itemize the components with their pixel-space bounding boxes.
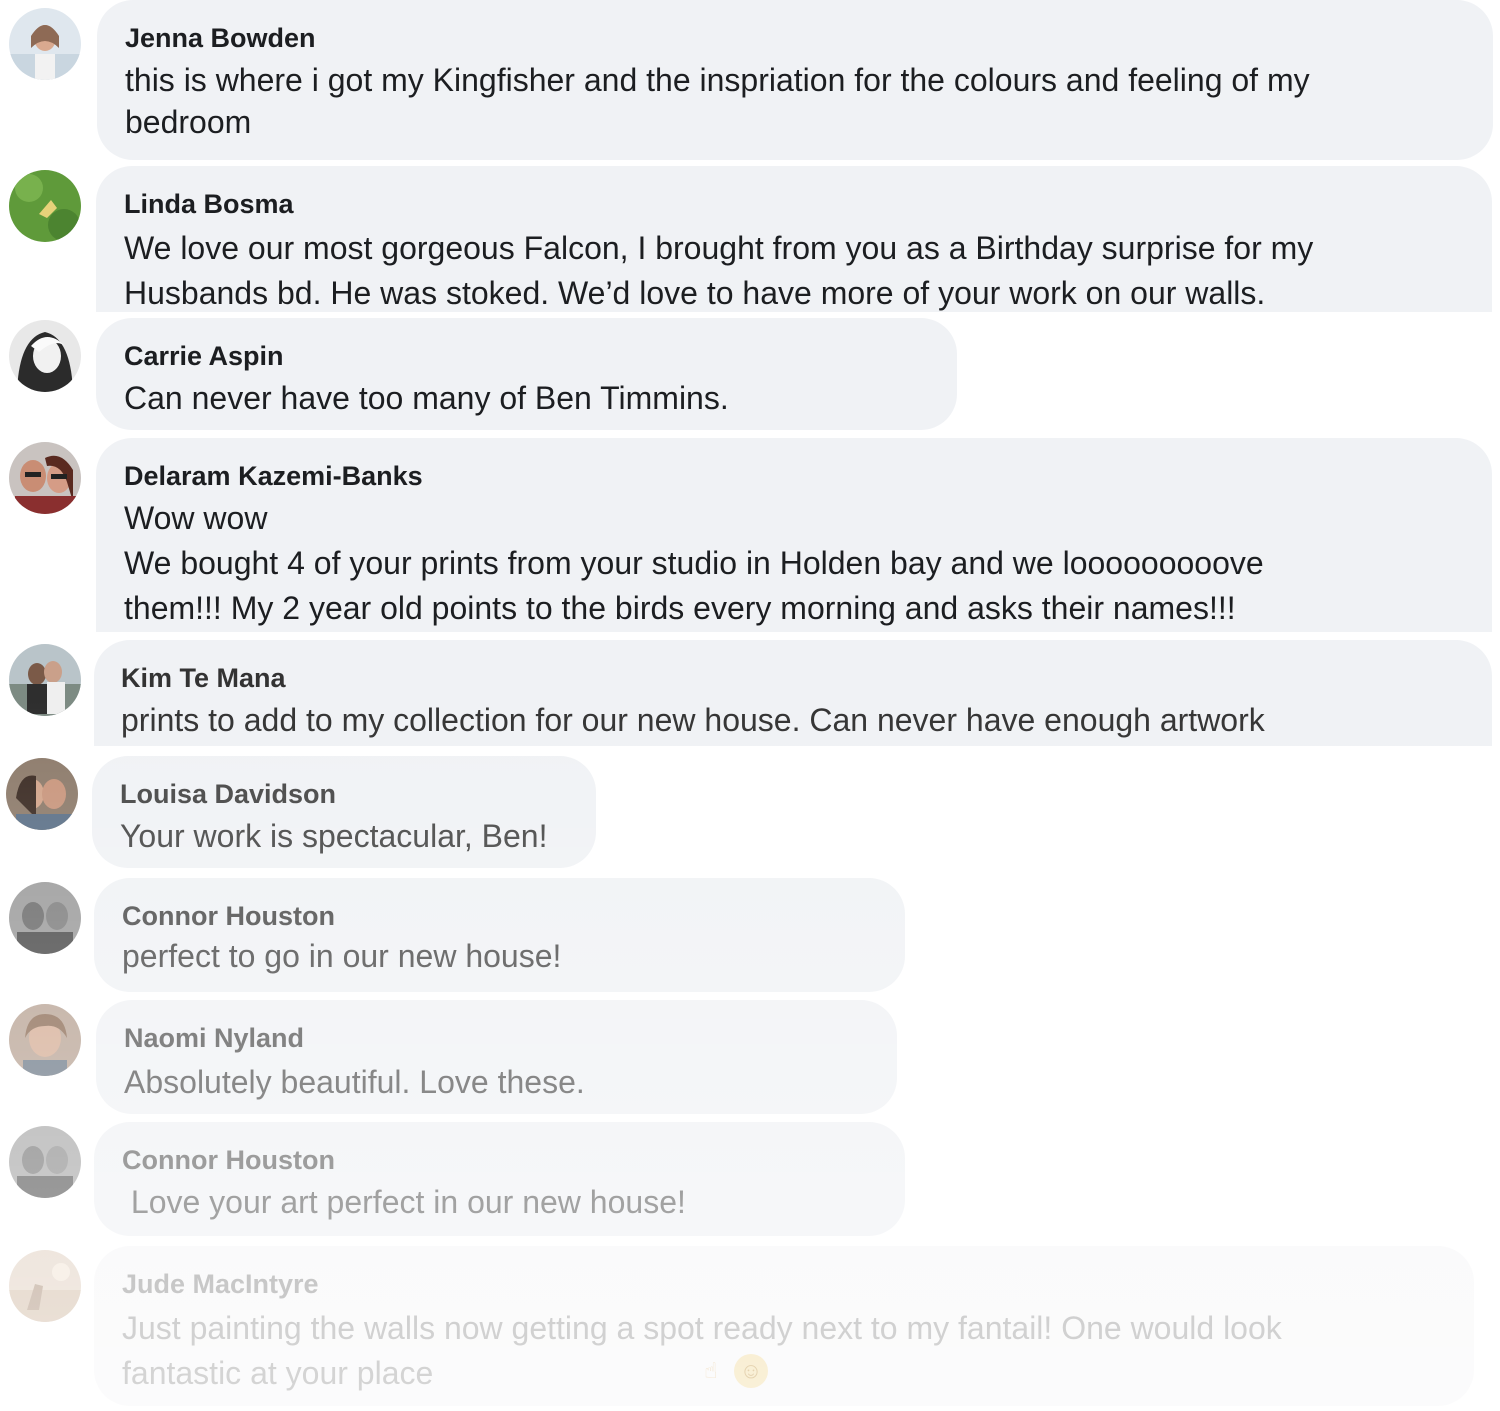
comment-text-line: Just painting the walls now getting a sp…	[122, 1310, 1282, 1346]
avatar[interactable]	[9, 170, 81, 242]
comment-bubble: Louisa Davidson Your work is spectacular…	[92, 756, 596, 868]
commenter-name[interactable]: Jude MacIntyre	[122, 1268, 1446, 1300]
comment-bubble: Linda Bosma We love our most gorgeous Fa…	[96, 166, 1492, 312]
avatar[interactable]	[9, 320, 81, 392]
commenter-name[interactable]: Connor Houston	[122, 1144, 877, 1176]
comment-bubble: Connor Houston Love your art perfect in …	[94, 1122, 905, 1236]
avatar[interactable]	[9, 1004, 81, 1076]
avatar[interactable]	[9, 882, 81, 954]
comment-bubble: Kim Te Mana prints to add to my collecti…	[94, 640, 1492, 746]
comment-text-line: them!!! My 2 year old points to the bird…	[124, 590, 1236, 626]
avatar[interactable]	[9, 8, 81, 80]
comment-thread: Jenna Bowden this is where i got my King…	[0, 0, 1500, 1411]
comment-bubble: Carrie Aspin Can never have too many of …	[96, 318, 957, 430]
commenter-name[interactable]: Jenna Bowden	[125, 22, 1465, 54]
comment-text-line: prints to add to my collection for our n…	[121, 702, 1265, 738]
commenter-name[interactable]: Louisa Davidson	[120, 778, 568, 810]
commenter-name[interactable]: Carrie Aspin	[124, 340, 929, 372]
comment-text-line: Love your art perfect in our new house!	[122, 1184, 686, 1220]
comment-text-line: this is where i got my Kingfisher and th…	[125, 62, 1310, 98]
comment-text-line: We love our most gorgeous Falcon, I brou…	[124, 230, 1314, 266]
commenter-name[interactable]: Delaram Kazemi-Banks	[124, 460, 1464, 492]
comment-bubble: Jude MacIntyre Just painting the walls n…	[94, 1246, 1474, 1406]
comment-bubble: Delaram Kazemi-Banks Wow wow We bought 4…	[96, 438, 1492, 632]
smiling-face-emoji: ☺	[734, 1354, 768, 1388]
commenter-name[interactable]: Naomi Nyland	[124, 1022, 869, 1054]
comment-bubble: Jenna Bowden this is where i got my King…	[97, 0, 1493, 160]
emoji-row: ☝ ☺	[694, 1354, 768, 1388]
avatar[interactable]	[9, 1126, 81, 1198]
comment-text-line: perfect to go in our new house!	[122, 938, 562, 974]
comment-text-line: Husbands bd. He was stoked. We’d love to…	[124, 275, 1266, 311]
comment-text-line: We bought 4 of your prints from your stu…	[124, 545, 1264, 581]
commenter-name[interactable]: Connor Houston	[122, 900, 877, 932]
pointing-up-emoji: ☝	[704, 1358, 718, 1383]
avatar[interactable]	[9, 1250, 81, 1322]
comment-text-line: Your work is spectacular, Ben!	[120, 818, 548, 854]
avatar[interactable]	[9, 442, 81, 514]
commenter-name[interactable]: Linda Bosma	[124, 188, 1464, 220]
comment-text-line: Absolutely beautiful. Love these.	[124, 1064, 585, 1100]
avatar[interactable]	[6, 758, 78, 830]
comment-text-line: Wow wow	[124, 500, 268, 536]
commenter-name[interactable]: Kim Te Mana	[121, 662, 1464, 694]
comment-text-line: Can never have too many of Ben Timmins.	[124, 380, 729, 416]
avatar[interactable]	[9, 644, 81, 716]
comment-text-line: bedroom	[125, 104, 252, 140]
comment-text-line: fantastic at your place	[122, 1355, 434, 1391]
comment-bubble: Connor Houston perfect to go in our new …	[94, 878, 905, 992]
comment-bubble: Naomi Nyland Absolutely beautiful. Love …	[96, 1000, 897, 1114]
